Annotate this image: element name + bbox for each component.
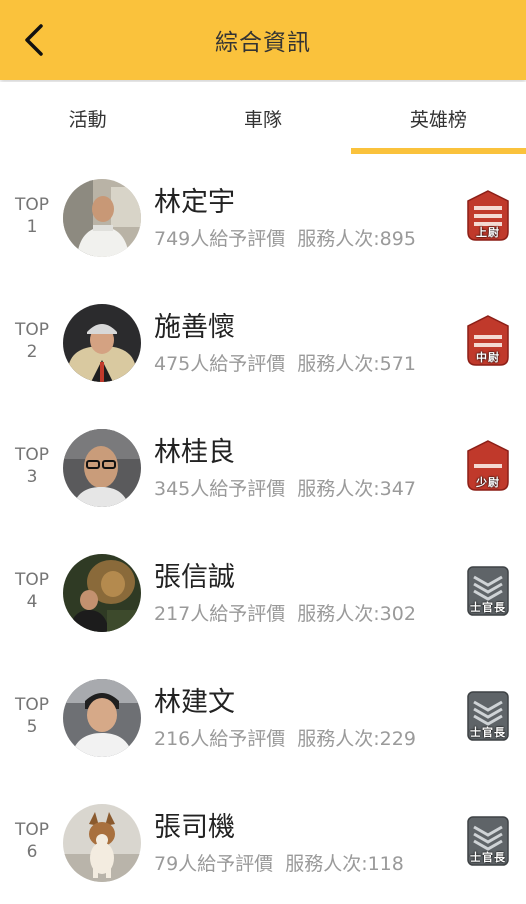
dog-avatar-icon — [63, 804, 141, 882]
rank-top-label: TOP — [14, 695, 50, 715]
man-lion-avatar-icon — [63, 554, 141, 632]
driver-stats: 79人給予評價 服務人次:118 — [154, 849, 404, 876]
rank-label: TOP 1 — [6, 194, 58, 238]
man-car-avatar-icon — [63, 679, 141, 757]
service-count: 服務人次:302 — [297, 603, 416, 625]
tab-fleet[interactable]: 車隊 — [175, 82, 350, 154]
rank-number: 4 — [26, 592, 38, 612]
rank-top-label: TOP — [14, 820, 50, 840]
rank-badge: 上尉 — [466, 190, 510, 242]
rank-label: TOP 3 — [6, 444, 58, 488]
rank-label: TOP 5 — [6, 694, 58, 738]
rank-number: 1 — [26, 217, 38, 237]
avatar[interactable] — [63, 679, 141, 757]
rating-count: 749人給予評價 — [154, 228, 286, 250]
leaderboard-row[interactable]: TOP 6 張司機 79人給予評價 服務人次:118 士官長 — [0, 779, 526, 904]
leaderboard-row[interactable]: TOP 3 林桂良 345人給予評價 服務人次:347 少尉 — [0, 404, 526, 529]
badge-label: 士官長 — [470, 726, 506, 739]
service-count: 服務人次:895 — [297, 228, 416, 250]
tab-activities[interactable]: 活動 — [0, 82, 175, 154]
rank-badge: 士官長 — [466, 690, 510, 742]
service-count: 服務人次:347 — [297, 478, 416, 500]
rank-badge: 士官長 — [466, 815, 510, 867]
rank-label: TOP 2 — [6, 319, 58, 363]
page-title: 綜合資訊 — [215, 30, 311, 56]
leaderboard-list: TOP 1 林定宇 749人給予評價 服務人次:895 上尉 TOP 2 施善懷… — [0, 154, 526, 904]
driver-name: 林桂良 — [154, 437, 235, 468]
driver-name: 張信誠 — [154, 562, 235, 593]
leaderboard-row[interactable]: TOP 4 張信誠 217人給予評價 服務人次:302 士官長 — [0, 529, 526, 654]
man-white-shirt-avatar-icon — [63, 179, 141, 257]
leaderboard-row[interactable]: TOP 2 施善懷 475人給予評價 服務人次:571 中尉 — [0, 279, 526, 404]
driver-stats: 749人給予評價 服務人次:895 — [154, 224, 416, 251]
avatar[interactable] — [63, 554, 141, 632]
tab-leaderboard[interactable]: 英雄榜 — [350, 82, 526, 154]
avatar[interactable] — [63, 304, 141, 382]
rating-count: 217人給予評價 — [154, 603, 286, 625]
rating-count: 475人給予評價 — [154, 353, 286, 375]
driver-name: 林建文 — [154, 687, 235, 718]
avatar[interactable] — [63, 429, 141, 507]
tab-bar: 活動 車隊 英雄榜 — [0, 82, 526, 154]
badge-label: 士官長 — [470, 851, 506, 864]
rank-number: 3 — [26, 467, 38, 487]
rank-badge: 士官長 — [466, 565, 510, 617]
rank-badge: 少尉 — [466, 440, 510, 492]
badge-label: 士官長 — [470, 601, 506, 614]
rank-top-label: TOP — [14, 445, 50, 465]
driver-name: 施善懷 — [154, 312, 235, 343]
rank-number: 5 — [26, 717, 38, 737]
driver-stats: 345人給予評價 服務人次:347 — [154, 474, 416, 501]
leaderboard-row[interactable]: TOP 1 林定宇 749人給予評價 服務人次:895 上尉 — [0, 154, 526, 279]
rank-top-label: TOP — [14, 570, 50, 590]
service-count: 服務人次:229 — [297, 728, 416, 750]
rank-top-label: TOP — [14, 195, 50, 215]
man-cap-avatar-icon — [63, 304, 141, 382]
driver-name: 張司機 — [154, 812, 235, 843]
service-count: 服務人次:118 — [285, 853, 404, 875]
rank-top-label: TOP — [14, 320, 50, 340]
avatar[interactable] — [63, 179, 141, 257]
app-header: 綜合資訊 — [0, 0, 526, 80]
rating-count: 79人給予評價 — [154, 853, 274, 875]
driver-name: 林定宇 — [154, 187, 235, 218]
man-glasses-avatar-icon — [63, 429, 141, 507]
badge-label: 中尉 — [476, 351, 500, 364]
leaderboard-row[interactable]: TOP 5 林建文 216人給予評價 服務人次:229 士官長 — [0, 654, 526, 779]
rank-label: TOP 4 — [6, 569, 58, 613]
driver-stats: 217人給予評價 服務人次:302 — [154, 599, 416, 626]
rating-count: 216人給予評價 — [154, 728, 286, 750]
service-count: 服務人次:571 — [297, 353, 416, 375]
driver-stats: 216人給予評價 服務人次:229 — [154, 724, 416, 751]
rank-badge: 中尉 — [466, 315, 510, 367]
badge-label: 上尉 — [476, 226, 500, 239]
rank-number: 2 — [26, 342, 38, 362]
avatar[interactable] — [63, 804, 141, 882]
rating-count: 345人給予評價 — [154, 478, 286, 500]
badge-label: 少尉 — [476, 476, 500, 489]
driver-stats: 475人給予評價 服務人次:571 — [154, 349, 416, 376]
rank-number: 6 — [26, 842, 38, 862]
rank-label: TOP 6 — [6, 819, 58, 863]
